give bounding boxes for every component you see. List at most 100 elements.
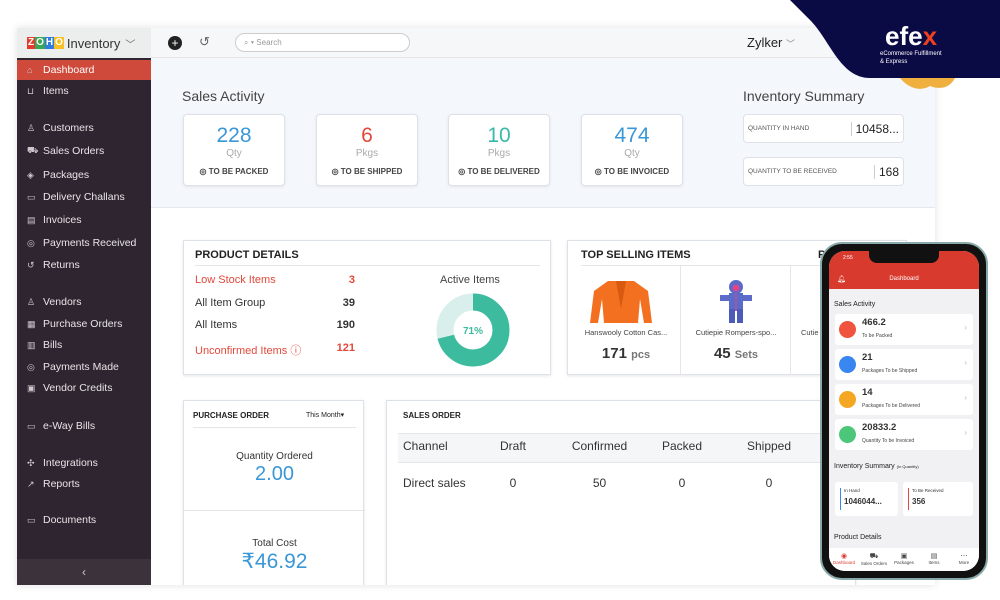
status-icon: ◎	[331, 167, 339, 176]
search-icon: ⌕ ▾	[244, 38, 257, 47]
sidebar-item-customers[interactable]: ♙ Customers	[17, 118, 151, 138]
top-item-name[interactable]: Hanswooly Cotton Cas...	[574, 328, 678, 337]
top-item-name[interactable]: Cutiepie Rompers-spo...	[684, 328, 788, 337]
sidebar-item-invoices[interactable]: ▤ Invoices	[17, 210, 151, 230]
sidebar-item-vendors[interactable]: ♙ Vendors	[17, 292, 151, 312]
product-detail-row[interactable]: All Item Group 39	[195, 297, 355, 309]
qty-in-hand: QUANTITY IN HAND 10458...	[743, 114, 904, 143]
brand-switcher[interactable]: ZOHO Inventory ﹀	[17, 28, 151, 58]
cart-icon: ⛟	[27, 145, 39, 155]
sidebar-item-payments-received[interactable]: ◎ Payments Received	[17, 233, 151, 253]
sales-activity-card[interactable]: 474 Qty ◎ TO BE INVOICED	[581, 114, 683, 186]
eway-icon: ▭	[27, 420, 36, 431]
basket-icon: ⊔	[27, 85, 35, 96]
mobile-activity-card[interactable]: 466.2 To be Packed ›	[835, 314, 973, 345]
sidebar-item-returns[interactable]: ↺ Returns	[17, 255, 151, 275]
sidebar-item-sales-orders[interactable]: ⛟ Sales Orders	[17, 141, 151, 161]
svg-text:eCommerce Fulfillment: eCommerce Fulfillment	[880, 51, 942, 57]
efex-logo: efex eCommerce Fulfillment & Express	[790, 0, 1000, 89]
column-header[interactable]: Confirmed	[567, 439, 632, 453]
top-item-name[interactable]: Cutie	[801, 328, 819, 337]
column-header[interactable]: Channel	[403, 439, 448, 453]
mobile-activity-card[interactable]: 14 Packages To be Delivered ›	[835, 384, 973, 415]
sidebar-item-items[interactable]: ⊔ Items	[17, 81, 151, 101]
sidebar-item-e-way-bills[interactable]: ▭ e-Way Bills	[17, 416, 151, 436]
to-be-received-card: To Be Received 356	[903, 482, 973, 516]
purchase-order-title: PURCHASE ORDER	[193, 411, 270, 420]
chevron-down-icon: ﹀	[125, 39, 136, 51]
svg-text:efex: efex	[885, 21, 938, 51]
sales-order-panel: SALES ORDER Channel Draft Confirmed Packed S…	[386, 400, 856, 585]
sidebar-item-vendor-credits[interactable]: ▣ Vendor Credits	[17, 378, 151, 398]
top-item-qty: 171 pcs	[601, 345, 651, 362]
package-icon: ◈	[27, 169, 34, 180]
sidebar-item-reports[interactable]: ↗ Reports	[17, 474, 151, 494]
invoice-icon: ▤	[27, 214, 36, 225]
product-detail-row[interactable]: Low Stock Items 3	[195, 274, 355, 286]
sidebar-item-delivery-challans[interactable]: ▭ Delivery Challans	[17, 187, 151, 207]
integration-icon: ✣	[27, 457, 35, 468]
sidebar-item-integrations[interactable]: ✣ Integrations	[17, 453, 151, 473]
active-items-label: Active Items	[440, 274, 500, 286]
table-cell: 0	[765, 476, 773, 490]
sales-order-title: SALES ORDER	[403, 411, 461, 420]
column-header[interactable]: Shipped	[744, 439, 794, 453]
svg-text:& Express: & Express	[880, 59, 907, 65]
purchase-order-panel: PURCHASE ORDER This Month▾ Quantity Orde…	[183, 400, 365, 585]
bill-icon: ▥	[27, 339, 36, 350]
caret-down-icon: ▾	[340, 412, 345, 419]
period-dropdown[interactable]: This Month▾	[306, 411, 344, 419]
status-icon: ◎	[199, 167, 207, 176]
sales-activity-card[interactable]: 6 Pkgs ◎ TO BE SHIPPED	[316, 114, 418, 186]
mobile-title: Dashboard	[889, 276, 919, 282]
credit-icon: ▣	[27, 382, 36, 393]
sidebar-item-bills[interactable]: ▥ Bills	[17, 335, 151, 355]
column-header[interactable]: Draft	[498, 439, 528, 453]
mobile-screen: 2:55 🔔︎ Dashboard Sales Activity 466.2 To…	[829, 251, 979, 571]
romper-image	[720, 280, 752, 323]
sidebar-item-purchase-orders[interactable]: ▦ Purchase Orders	[17, 314, 151, 334]
sidebar: ‹ ⌂ Dashboard ⊔ Items ♙ Customers ⛟ Sales Order…	[17, 58, 151, 585]
quantity-ordered-value: 2.00	[255, 463, 294, 485]
top-selling-title: TOP SELLING ITEMS	[581, 249, 691, 261]
product-detail-row[interactable]: All Items 190	[195, 319, 355, 331]
app-window: ZOHO Inventory ﹀ + ↺ ⌕ ▾ Search Zylker ﹀…	[17, 28, 935, 585]
zoho-logo: ZOHO	[27, 37, 64, 49]
mobile-tab[interactable]: ⛟ Sales Orders	[860, 552, 888, 571]
qty-to-be-received: QUANTITY TO BE RECEIVED 168	[743, 157, 904, 186]
brand-name: Inventory	[66, 35, 121, 51]
sidebar-item-packages[interactable]: ◈ Packages	[17, 165, 151, 185]
total-cost-value: ₹46.92	[241, 550, 308, 573]
product-details-title: PRODUCT DETAILS	[195, 249, 299, 261]
sales-activity-card[interactable]: 10 Pkgs ◎ TO BE DELIVERED	[448, 114, 550, 186]
table-cell: 50	[592, 476, 607, 490]
history-icon[interactable]: ↺	[199, 34, 210, 50]
mobile-tab[interactable]: ◉ Dashboard	[830, 552, 858, 571]
return-icon: ↺	[27, 259, 35, 270]
sales-activity-title: Sales Activity	[182, 88, 265, 104]
vendor-icon: ♙	[27, 296, 36, 307]
mobile-activity-card[interactable]: 21 Packages To be Shipped ›	[835, 349, 973, 380]
column-header[interactable]: Packed	[662, 439, 702, 453]
chevron-left-icon: ‹	[82, 565, 86, 579]
report-icon: ↗	[27, 478, 35, 489]
mobile-activity-card[interactable]: 20833.2 Quantity To be Invoiced ›	[835, 419, 973, 450]
status-icon: ◎	[458, 167, 466, 176]
folder-icon: ▭	[27, 514, 36, 525]
product-detail-row[interactable]: Unconfirmed Items ⓘ 121	[195, 342, 355, 358]
mobile-tab[interactable]: ▤ Items	[920, 552, 948, 571]
sidebar-item-payments-made[interactable]: ◎ Payments Made	[17, 357, 151, 377]
sidebar-item-dashboard[interactable]: ⌂ Dashboard	[17, 60, 151, 80]
purchase-icon: ▦	[27, 318, 36, 329]
chevron-right-icon: ›	[964, 323, 967, 332]
add-icon[interactable]: +	[168, 36, 182, 50]
home-icon: ⌂	[27, 65, 33, 75]
mobile-tab[interactable]: ⋯ More	[950, 552, 978, 571]
sales-activity-card[interactable]: 228 Qty ◎ TO BE PACKED	[183, 114, 285, 186]
search-input[interactable]: ⌕ ▾ Search	[235, 33, 410, 52]
mobile-tab[interactable]: ▣ Packages	[890, 552, 918, 571]
table-cell: Direct sales	[403, 476, 466, 490]
collapse-sidebar-button[interactable]: ‹	[17, 559, 151, 585]
sidebar-item-documents[interactable]: ▭ Documents	[17, 510, 151, 530]
payment-icon: ◎	[27, 361, 35, 372]
